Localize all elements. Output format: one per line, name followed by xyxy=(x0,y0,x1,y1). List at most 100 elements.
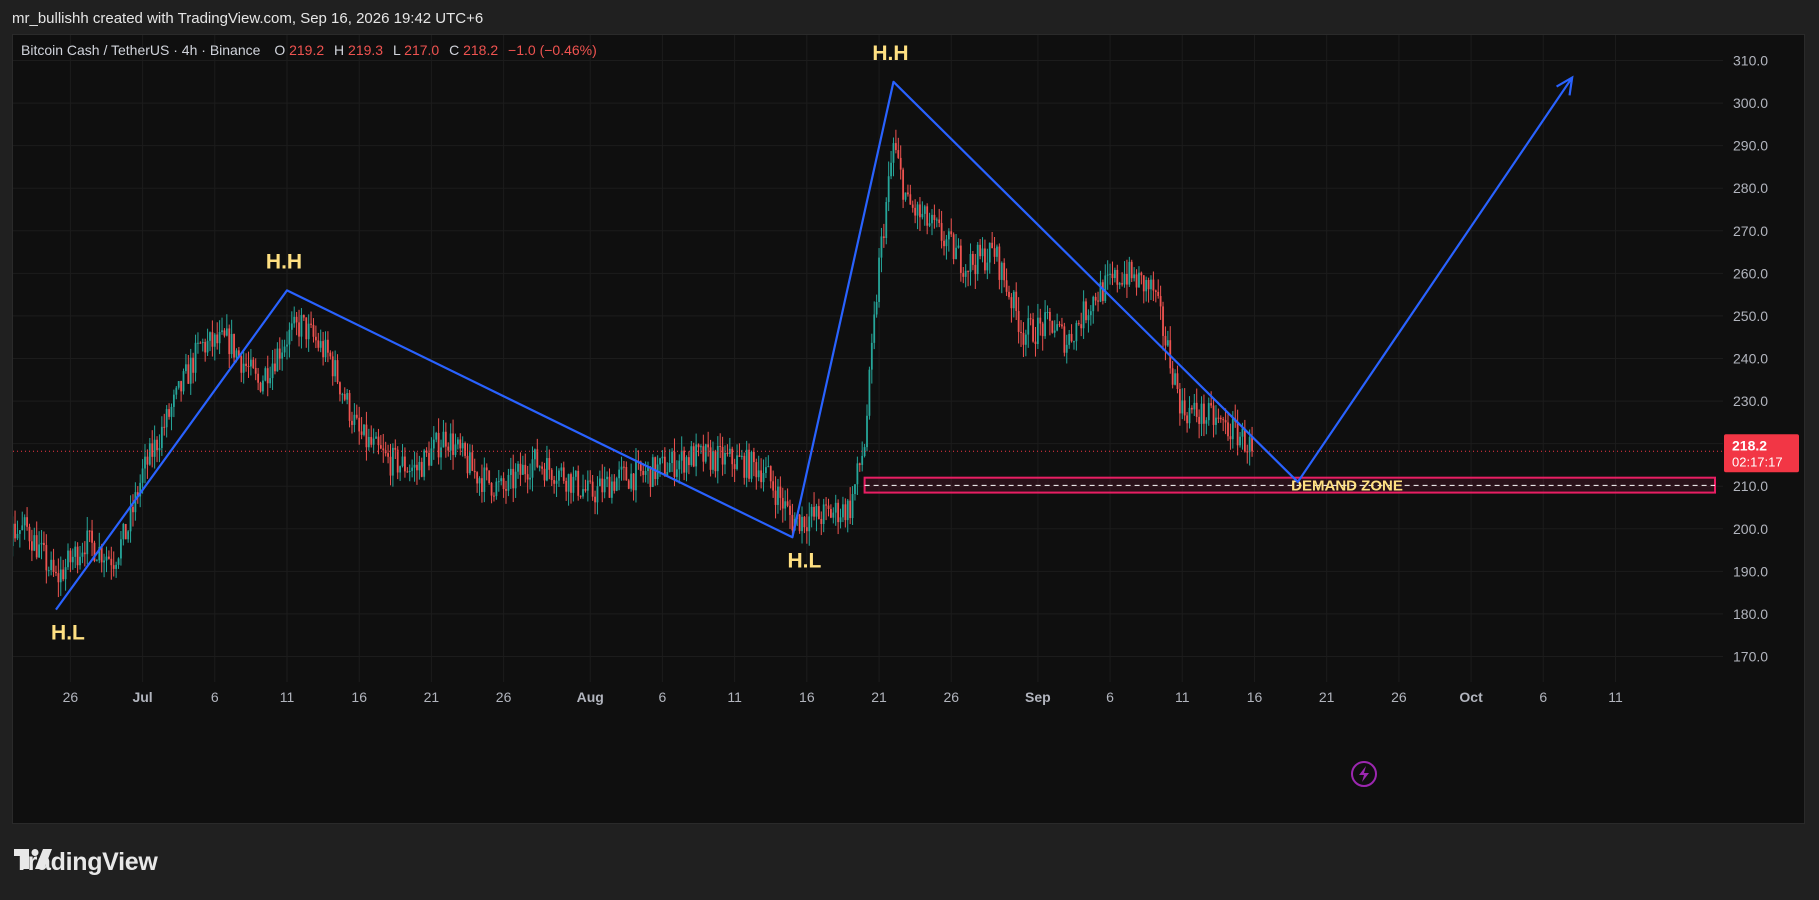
candle-body xyxy=(1089,311,1092,316)
lightning-icon[interactable] xyxy=(1351,761,1377,787)
candle-body xyxy=(396,449,399,473)
candle-body xyxy=(760,470,763,483)
candle-body xyxy=(372,438,375,445)
candle-body xyxy=(360,431,363,435)
candle-body xyxy=(33,535,36,551)
candle-body xyxy=(314,336,317,341)
candle-body xyxy=(493,495,495,497)
candlestick-chart[interactable]: DEMAND ZONE H.L H.H H.L H.H 170.0 180.0 19… xyxy=(13,35,1805,824)
candle-body xyxy=(536,449,539,467)
candle-body xyxy=(129,506,132,532)
candle-body xyxy=(923,206,926,214)
candle-body xyxy=(324,339,327,358)
chart-panel[interactable]: DEMAND ZONE H.L H.H H.L H.H 170.0 180.0 19… xyxy=(12,34,1805,824)
candle-body xyxy=(447,446,450,451)
candle-body xyxy=(30,541,33,551)
candle-body xyxy=(209,332,211,341)
candle-body xyxy=(777,486,779,505)
candle-body xyxy=(582,489,584,497)
candle-body xyxy=(170,406,173,417)
candle-body xyxy=(538,466,541,468)
candle-body xyxy=(288,329,291,345)
candle-body xyxy=(714,451,717,472)
candle-body xyxy=(512,468,515,489)
candle-body xyxy=(1049,311,1051,321)
candle-body xyxy=(47,570,50,572)
candle-body xyxy=(331,356,334,377)
candle-body xyxy=(18,530,21,534)
candle-body xyxy=(319,341,322,348)
x-tick-label: Sep xyxy=(1025,689,1051,705)
candle-body xyxy=(967,270,969,272)
candle-body xyxy=(769,466,772,482)
candle-body xyxy=(67,550,69,568)
candle-body xyxy=(312,324,315,337)
candle-body xyxy=(688,457,690,466)
candle-body xyxy=(223,330,226,336)
candle-body xyxy=(163,426,166,428)
candle-body xyxy=(526,474,529,480)
candle-body xyxy=(278,348,281,359)
candle-body xyxy=(611,481,613,498)
candle-body xyxy=(781,497,784,509)
candle-body xyxy=(187,364,190,384)
x-tick-label: 6 xyxy=(1539,689,1547,705)
candle-body xyxy=(1027,318,1030,335)
candle-body xyxy=(1229,436,1232,440)
candle-body xyxy=(1024,334,1027,345)
trend-lines[interactable] xyxy=(55,75,1574,611)
candle-body xyxy=(497,481,500,483)
candle-body xyxy=(801,516,803,532)
candle-body xyxy=(1087,315,1090,321)
candle-body xyxy=(755,462,758,478)
candle-body xyxy=(259,382,262,392)
candle-body xyxy=(1005,280,1008,292)
candle-body xyxy=(276,348,279,372)
candle-body xyxy=(897,150,900,158)
x-tick-label: 16 xyxy=(351,689,367,705)
candle-body xyxy=(1029,318,1032,320)
candle-body xyxy=(880,236,883,258)
candle-body xyxy=(1246,451,1249,453)
candle-body xyxy=(808,516,811,532)
time-axis[interactable]: 26 Jul 6 11 16 21 26 Aug 6 11 16 21 26 Sep 6 11 16 21 26 Oc… xyxy=(63,689,1623,705)
candle-body xyxy=(1106,274,1109,276)
demand-zone[interactable]: DEMAND ZONE xyxy=(863,476,1716,494)
candle-body xyxy=(757,470,760,478)
candle-body xyxy=(1157,291,1160,297)
candles xyxy=(13,129,1253,598)
candle-body xyxy=(240,356,243,373)
tradingview-brand[interactable]: TradingView xyxy=(14,848,158,877)
candle-body xyxy=(972,253,974,265)
candle-body xyxy=(952,234,955,260)
candle-body xyxy=(218,331,221,344)
candle-body xyxy=(399,466,402,473)
candle-body xyxy=(50,559,53,571)
price-tag: 218.2 02:17:17 xyxy=(1724,434,1799,473)
candle-body xyxy=(1186,415,1188,424)
candle-body xyxy=(866,415,868,448)
candle-body xyxy=(201,342,204,344)
candle-body xyxy=(389,456,392,476)
candle-body xyxy=(1231,418,1234,440)
zigzag-trendline[interactable] xyxy=(55,76,1574,611)
y-tick-label: 280.0 xyxy=(1733,180,1768,196)
candle-body xyxy=(907,192,909,195)
candle-body xyxy=(1236,421,1239,446)
candle-body xyxy=(767,466,770,468)
candle-body xyxy=(1104,275,1107,301)
grid xyxy=(13,35,1723,682)
candle-body xyxy=(976,244,979,275)
candle-body xyxy=(1140,272,1143,276)
candle-body xyxy=(914,207,917,216)
candle-body xyxy=(1145,279,1148,292)
candle-body xyxy=(266,368,269,384)
price-axis[interactable]: 170.0180.0190.0200.0210.0220.0230.0240.0… xyxy=(1733,53,1768,665)
candle-body xyxy=(815,506,818,517)
candle-body xyxy=(185,364,187,372)
candle-body xyxy=(615,478,618,491)
candle-body xyxy=(353,414,356,425)
candle-body xyxy=(671,451,673,464)
candle-body xyxy=(432,439,435,449)
candle-body xyxy=(529,477,531,480)
